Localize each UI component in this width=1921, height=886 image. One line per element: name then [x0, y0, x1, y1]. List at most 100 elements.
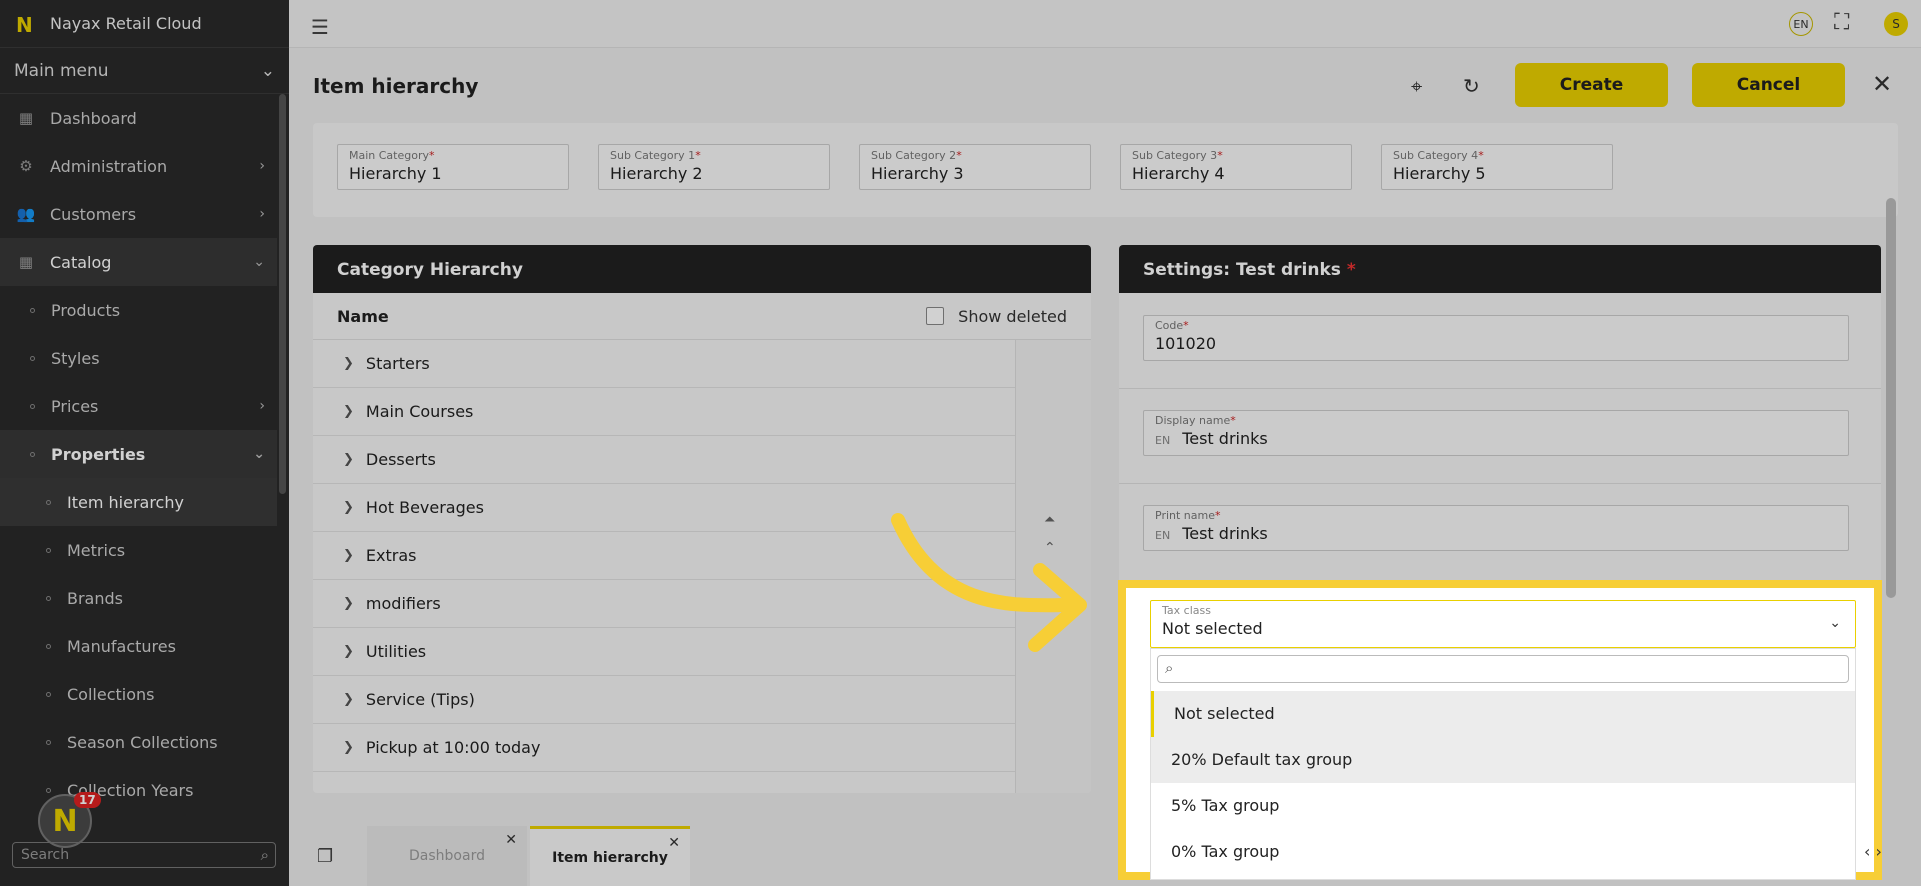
main-menu-toggle[interactable]: Main menu ⌄ — [0, 48, 289, 94]
list-item[interactable]: ❯ Desserts — [313, 436, 1015, 484]
create-button[interactable]: Create — [1515, 63, 1668, 107]
sub-category-1-field[interactable]: Sub Category 1* Hierarchy 2 — [598, 144, 830, 190]
close-icon[interactable]: ✕ — [505, 832, 517, 848]
close-icon[interactable]: ✕ — [1872, 70, 1892, 98]
language-tag: EN — [1155, 434, 1171, 447]
code-value: 101020 — [1155, 334, 1217, 353]
settings-title-text: Settings: Test drinks — [1143, 260, 1341, 280]
dropdown-option[interactable]: 5% Tax group — [1151, 783, 1855, 829]
print-name-row: EN Test drinks — [1155, 524, 1837, 543]
sidebar-item-products[interactable]: Products — [0, 286, 277, 334]
sidebar-item-prices[interactable]: Prices › — [0, 382, 277, 430]
sidebar-nav: ▦ Dashboard ⚙ Administration › 👥 Custome… — [0, 94, 277, 814]
sidebar-item-label: Brands — [67, 588, 123, 608]
sidebar-item-metrics[interactable]: Metrics — [0, 526, 277, 574]
tab-item-hierarchy[interactable]: Item hierarchy ✕ — [530, 826, 690, 886]
category-name: Utilities — [365, 642, 427, 661]
sidebar-item-administration[interactable]: ⚙ Administration › — [0, 142, 277, 190]
dropdown-search-input[interactable]: ⌕ — [1157, 655, 1849, 683]
sidebar-item-label: Metrics — [67, 540, 126, 560]
settings-panel-title: Settings: Test drinks * — [1119, 245, 1881, 293]
bullet-icon — [30, 355, 35, 361]
sub-category-4-field[interactable]: Sub Category 4* Hierarchy 5 — [1381, 144, 1613, 190]
sidebar-item-label: Catalog — [50, 252, 112, 272]
sub-category-2-field[interactable]: Sub Category 2* Hierarchy 3 — [859, 144, 1091, 190]
sidebar-item-collections[interactable]: Collections — [0, 670, 277, 718]
chevron-right-icon: › — [259, 158, 265, 174]
list-item[interactable]: ❯ Pickup at 10:00 today — [313, 724, 1015, 772]
sidebar-item-customers[interactable]: 👥 Customers › — [0, 190, 277, 238]
main-category-field[interactable]: Main Category* Hierarchy 1 — [337, 144, 569, 190]
list-item[interactable]: ❯ Starters — [313, 340, 1015, 388]
bullet-icon — [46, 787, 51, 793]
search-placeholder: Search — [21, 847, 70, 863]
sidebar-item-manufactures[interactable]: Manufactures — [0, 622, 277, 670]
tax-class-dropdown-menu: ⌕ Not selected 20% Default tax group 5% … — [1150, 648, 1856, 880]
close-icon[interactable]: ✕ — [668, 835, 680, 851]
show-deleted-toggle[interactable]: Show deleted — [926, 307, 1067, 326]
dropdown-option[interactable]: 20% Default tax group — [1151, 737, 1855, 783]
content-scrollbar[interactable] — [1886, 198, 1896, 598]
user-avatar[interactable]: S — [1884, 12, 1908, 36]
tax-class-highlight: Tax class Not selected ⌄ ⌕ Not selected … — [1118, 580, 1882, 880]
chevron-right-icon[interactable]: ❯ — [343, 452, 354, 467]
dropdown-option[interactable]: 0% Tax group — [1151, 829, 1855, 875]
tax-class-select[interactable]: Tax class Not selected ⌄ — [1150, 600, 1856, 648]
chevron-right-icon[interactable]: ❯ — [343, 740, 354, 755]
language-button[interactable]: EN — [1789, 12, 1813, 36]
display-name-label: Display name — [1155, 414, 1231, 427]
refresh-icon[interactable]: ↻ — [1463, 74, 1480, 98]
code-field[interactable]: Code* 101020 — [1143, 315, 1849, 361]
dropdown-option[interactable]: Not selected — [1151, 691, 1855, 737]
fullscreen-icon[interactable]: ⛶ — [1834, 10, 1849, 35]
print-name-field[interactable]: Print name* EN Test drinks — [1143, 505, 1849, 551]
sidebar-item-season-collections[interactable]: Season Collections — [0, 718, 277, 766]
sidebar-item-catalog[interactable]: ▦ Catalog ⌄ — [0, 238, 277, 286]
list-item[interactable]: ❯ Main Courses — [313, 388, 1015, 436]
required-mark: * — [695, 149, 701, 162]
bullet-icon — [46, 499, 51, 505]
nayax-logo: N — [16, 12, 33, 37]
chevron-right-icon[interactable]: ❯ — [343, 644, 354, 659]
chevron-down-icon[interactable]: ⌄ — [1829, 615, 1841, 631]
print-name-label: Print name — [1155, 509, 1215, 522]
chevron-right-icon[interactable]: ❯ — [343, 356, 354, 371]
tab-dashboard[interactable]: Dashboard ✕ — [367, 826, 527, 886]
chevron-right-icon[interactable]: ❯ — [343, 500, 354, 515]
list-item[interactable]: ❯ Service (Tips) — [313, 676, 1015, 724]
hamburger-icon[interactable]: ☰ — [311, 15, 329, 39]
tab-scroll-arrows[interactable]: ‹ › — [1864, 842, 1882, 861]
bullet-icon — [46, 595, 51, 601]
sidebar-scrollbar[interactable] — [279, 94, 286, 494]
display-name-field[interactable]: Display name* EN Test drinks — [1143, 410, 1849, 456]
sub-category-3-field[interactable]: Sub Category 3* Hierarchy 4 — [1120, 144, 1352, 190]
tab-label: Item hierarchy — [552, 849, 668, 866]
windows-icon[interactable]: ❐ — [317, 846, 333, 867]
pin-icon[interactable]: ⌖ — [1411, 74, 1422, 98]
sidebar-item-styles[interactable]: Styles — [0, 334, 277, 382]
chevron-down-icon: ⌄ — [253, 254, 265, 270]
display-name-value: Test drinks — [1182, 429, 1268, 448]
sidebar-search-input[interactable]: Search ⌕ — [12, 842, 276, 868]
chevron-right-icon[interactable]: ❯ — [343, 596, 354, 611]
sidebar-item-item-hierarchy[interactable]: Item hierarchy — [0, 478, 277, 526]
show-deleted-label: Show deleted — [958, 306, 1067, 326]
sidebar-item-brands[interactable]: Brands — [0, 574, 277, 622]
chevron-right-icon[interactable]: ❯ — [343, 404, 354, 419]
annotation-arrow — [891, 513, 1087, 652]
show-deleted-checkbox[interactable] — [926, 307, 945, 325]
chevron-right-icon[interactable]: ❯ — [343, 548, 354, 563]
required-mark: * — [956, 149, 962, 162]
language-tag: EN — [1155, 529, 1171, 542]
search-icon: ⌕ — [260, 846, 269, 864]
hierarchy-card: Main Category* Hierarchy 1 Sub Category … — [313, 123, 1898, 217]
category-name: Service (Tips) — [365, 690, 475, 709]
sidebar-item-properties[interactable]: Properties ⌄ — [0, 430, 277, 478]
cancel-button[interactable]: Cancel — [1692, 63, 1845, 107]
category-name: Extras — [365, 546, 417, 565]
name-column-header: Name — [337, 306, 389, 326]
sidebar-item-dashboard[interactable]: ▦ Dashboard — [0, 94, 277, 142]
chevron-right-icon[interactable]: ❯ — [343, 692, 354, 707]
chevron-down-icon: ⌄ — [253, 446, 265, 462]
bullet-icon — [30, 451, 35, 457]
